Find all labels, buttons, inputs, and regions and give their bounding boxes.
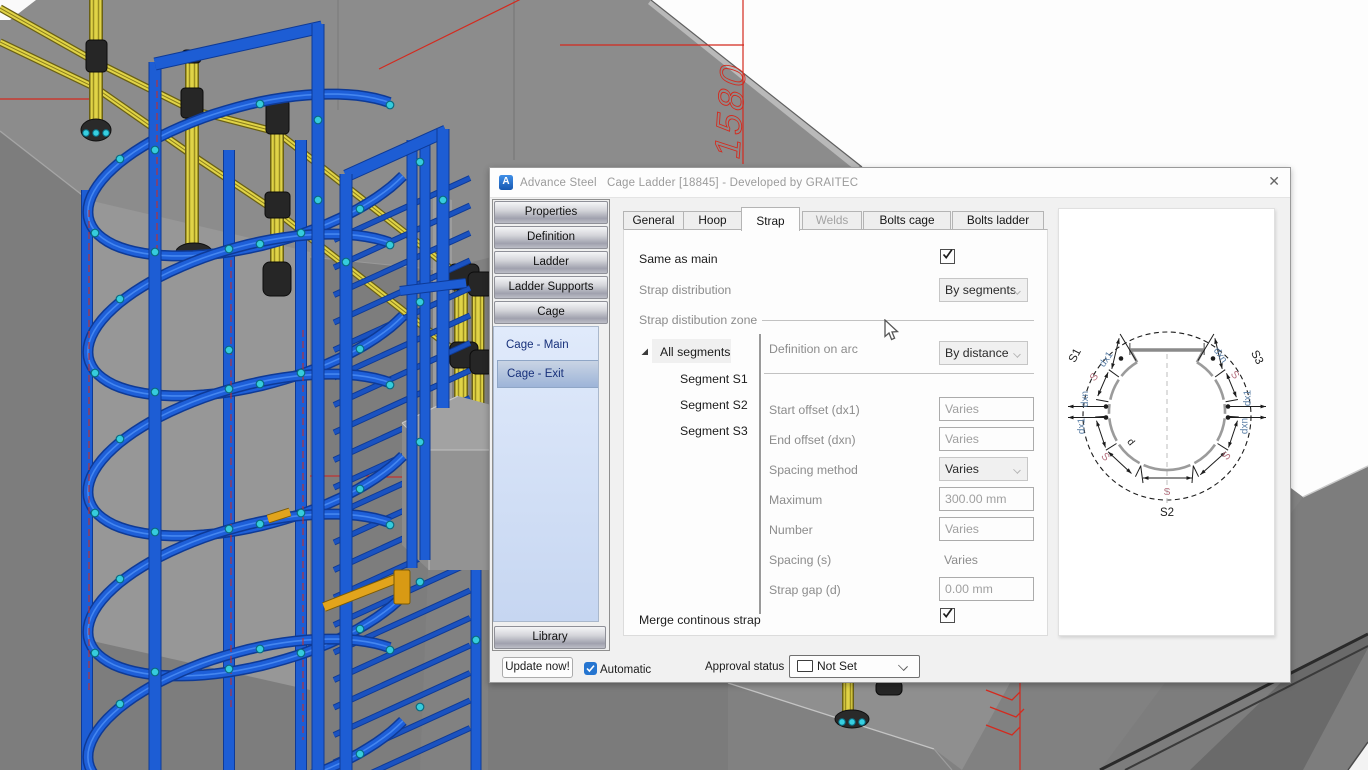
- svg-text:S: S: [1220, 449, 1234, 462]
- svg-text:S: S: [1098, 450, 1112, 463]
- svg-text:dxn: dxn: [1211, 346, 1229, 366]
- svg-text:dx1: dx1: [1077, 418, 1088, 435]
- svg-text:dxn: dxn: [1240, 418, 1251, 434]
- svg-text:S1: S1: [1067, 347, 1084, 365]
- svg-text:dx1: dx1: [1243, 390, 1254, 407]
- svg-text:S: S: [1087, 371, 1101, 384]
- svg-text:S2: S2: [1160, 507, 1174, 519]
- svg-text:1580: 1580: [707, 55, 753, 164]
- svg-text:dxn: dxn: [1080, 391, 1091, 407]
- svg-text:S: S: [1163, 486, 1170, 498]
- svg-text:S3: S3: [1248, 349, 1265, 367]
- svg-text:S: S: [1228, 369, 1242, 382]
- svg-text:d: d: [1124, 437, 1136, 448]
